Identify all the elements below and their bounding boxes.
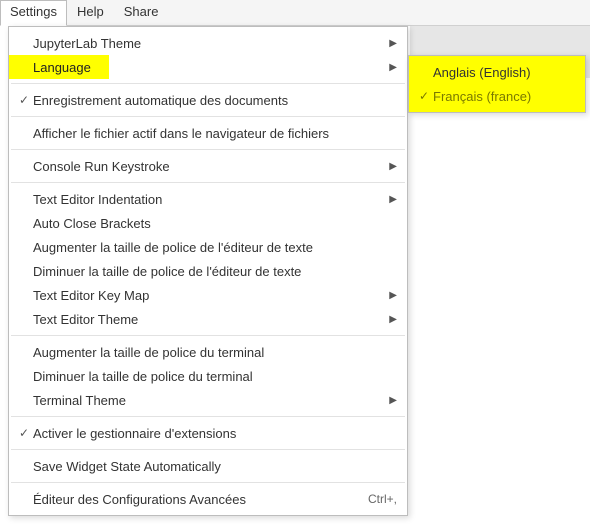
menu-label: Terminal Theme <box>33 393 383 408</box>
menu-decrease-editor-font[interactable]: Diminuer la taille de police de l'éditeu… <box>9 259 407 283</box>
menu-decrease-terminal-font[interactable]: Diminuer la taille de police du terminal <box>9 364 407 388</box>
check-icon: ✓ <box>15 93 33 107</box>
menu-label: Anglais (English) <box>433 65 575 80</box>
menu-label: Auto Close Brackets <box>33 216 397 231</box>
menu-increase-editor-font[interactable]: Augmenter la taille de police de l'édite… <box>9 235 407 259</box>
menu-show-active-file[interactable]: Afficher le fichier actif dans le naviga… <box>9 121 407 145</box>
chevron-right-icon: ▶ <box>383 38 397 49</box>
menu-label: Language <box>33 60 91 75</box>
settings-dropdown: JupyterLab Theme ▶ Language ▶ ✓ Enregist… <box>8 26 408 516</box>
menubar-help[interactable]: Help <box>67 0 114 25</box>
menu-text-editor-theme[interactable]: Text Editor Theme ▶ <box>9 307 407 331</box>
chevron-right-icon: ▶ <box>383 161 397 172</box>
separator <box>11 416 405 417</box>
separator <box>11 449 405 450</box>
menu-label: Console Run Keystroke <box>33 159 383 174</box>
chevron-right-icon: ▶ <box>383 395 397 406</box>
chevron-right-icon: ▶ <box>383 290 397 301</box>
chevron-right-icon: ▶ <box>389 55 397 79</box>
menu-auto-close-brackets[interactable]: Auto Close Brackets <box>9 211 407 235</box>
submenu-english[interactable]: Anglais (English) <box>409 60 585 84</box>
menu-label: Français (france) <box>433 89 575 104</box>
menu-label: Text Editor Theme <box>33 312 383 327</box>
menu-label: Augmenter la taille de police du termina… <box>33 345 397 360</box>
chevron-right-icon: ▶ <box>383 314 397 325</box>
separator <box>11 149 405 150</box>
menu-label: Text Editor Key Map <box>33 288 383 303</box>
menubar-share[interactable]: Share <box>114 0 169 25</box>
menu-save-widget-state[interactable]: Save Widget State Automatically <box>9 454 407 478</box>
keyboard-shortcut: Ctrl+, <box>360 492 397 506</box>
menu-increase-terminal-font[interactable]: Augmenter la taille de police du termina… <box>9 340 407 364</box>
check-icon: ✓ <box>15 426 33 440</box>
menu-text-editor-keymap[interactable]: Text Editor Key Map ▶ <box>9 283 407 307</box>
menu-jupyterlab-theme[interactable]: JupyterLab Theme ▶ <box>9 31 407 55</box>
check-icon: ✓ <box>415 89 433 103</box>
menu-label: Augmenter la taille de police de l'édite… <box>33 240 397 255</box>
menu-label: JupyterLab Theme <box>33 36 383 51</box>
menu-enable-extension-manager[interactable]: ✓ Activer le gestionnaire d'extensions <box>9 421 407 445</box>
menu-advanced-settings[interactable]: Éditeur des Configurations Avancées Ctrl… <box>9 487 407 511</box>
separator <box>11 83 405 84</box>
menu-label: Activer le gestionnaire d'extensions <box>33 426 397 441</box>
menubar: Settings Help Share <box>0 0 590 26</box>
chevron-right-icon: ▶ <box>383 194 397 205</box>
menu-terminal-theme[interactable]: Terminal Theme ▶ <box>9 388 407 412</box>
menu-label: Diminuer la taille de police du terminal <box>33 369 397 384</box>
menu-text-editor-indentation[interactable]: Text Editor Indentation ▶ <box>9 187 407 211</box>
menu-label: Text Editor Indentation <box>33 192 383 207</box>
menu-label: Diminuer la taille de police de l'éditeu… <box>33 264 397 279</box>
menu-autosave-documents[interactable]: ✓ Enregistrement automatique des documen… <box>9 88 407 112</box>
menu-language[interactable]: Language ▶ <box>9 55 407 79</box>
menubar-settings[interactable]: Settings <box>0 0 67 26</box>
language-submenu: Anglais (English) ✓ Français (france) <box>408 55 586 113</box>
menu-console-run-keystroke[interactable]: Console Run Keystroke ▶ <box>9 154 407 178</box>
menu-language-highlight: Language <box>9 55 109 79</box>
submenu-french[interactable]: ✓ Français (france) <box>409 84 585 108</box>
separator <box>11 182 405 183</box>
separator <box>11 116 405 117</box>
menu-label: Enregistrement automatique des documents <box>33 93 397 108</box>
menu-label: Save Widget State Automatically <box>33 459 397 474</box>
menu-label: Afficher le fichier actif dans le naviga… <box>33 126 397 141</box>
menu-label: Éditeur des Configurations Avancées <box>33 492 360 507</box>
separator <box>11 482 405 483</box>
separator <box>11 335 405 336</box>
